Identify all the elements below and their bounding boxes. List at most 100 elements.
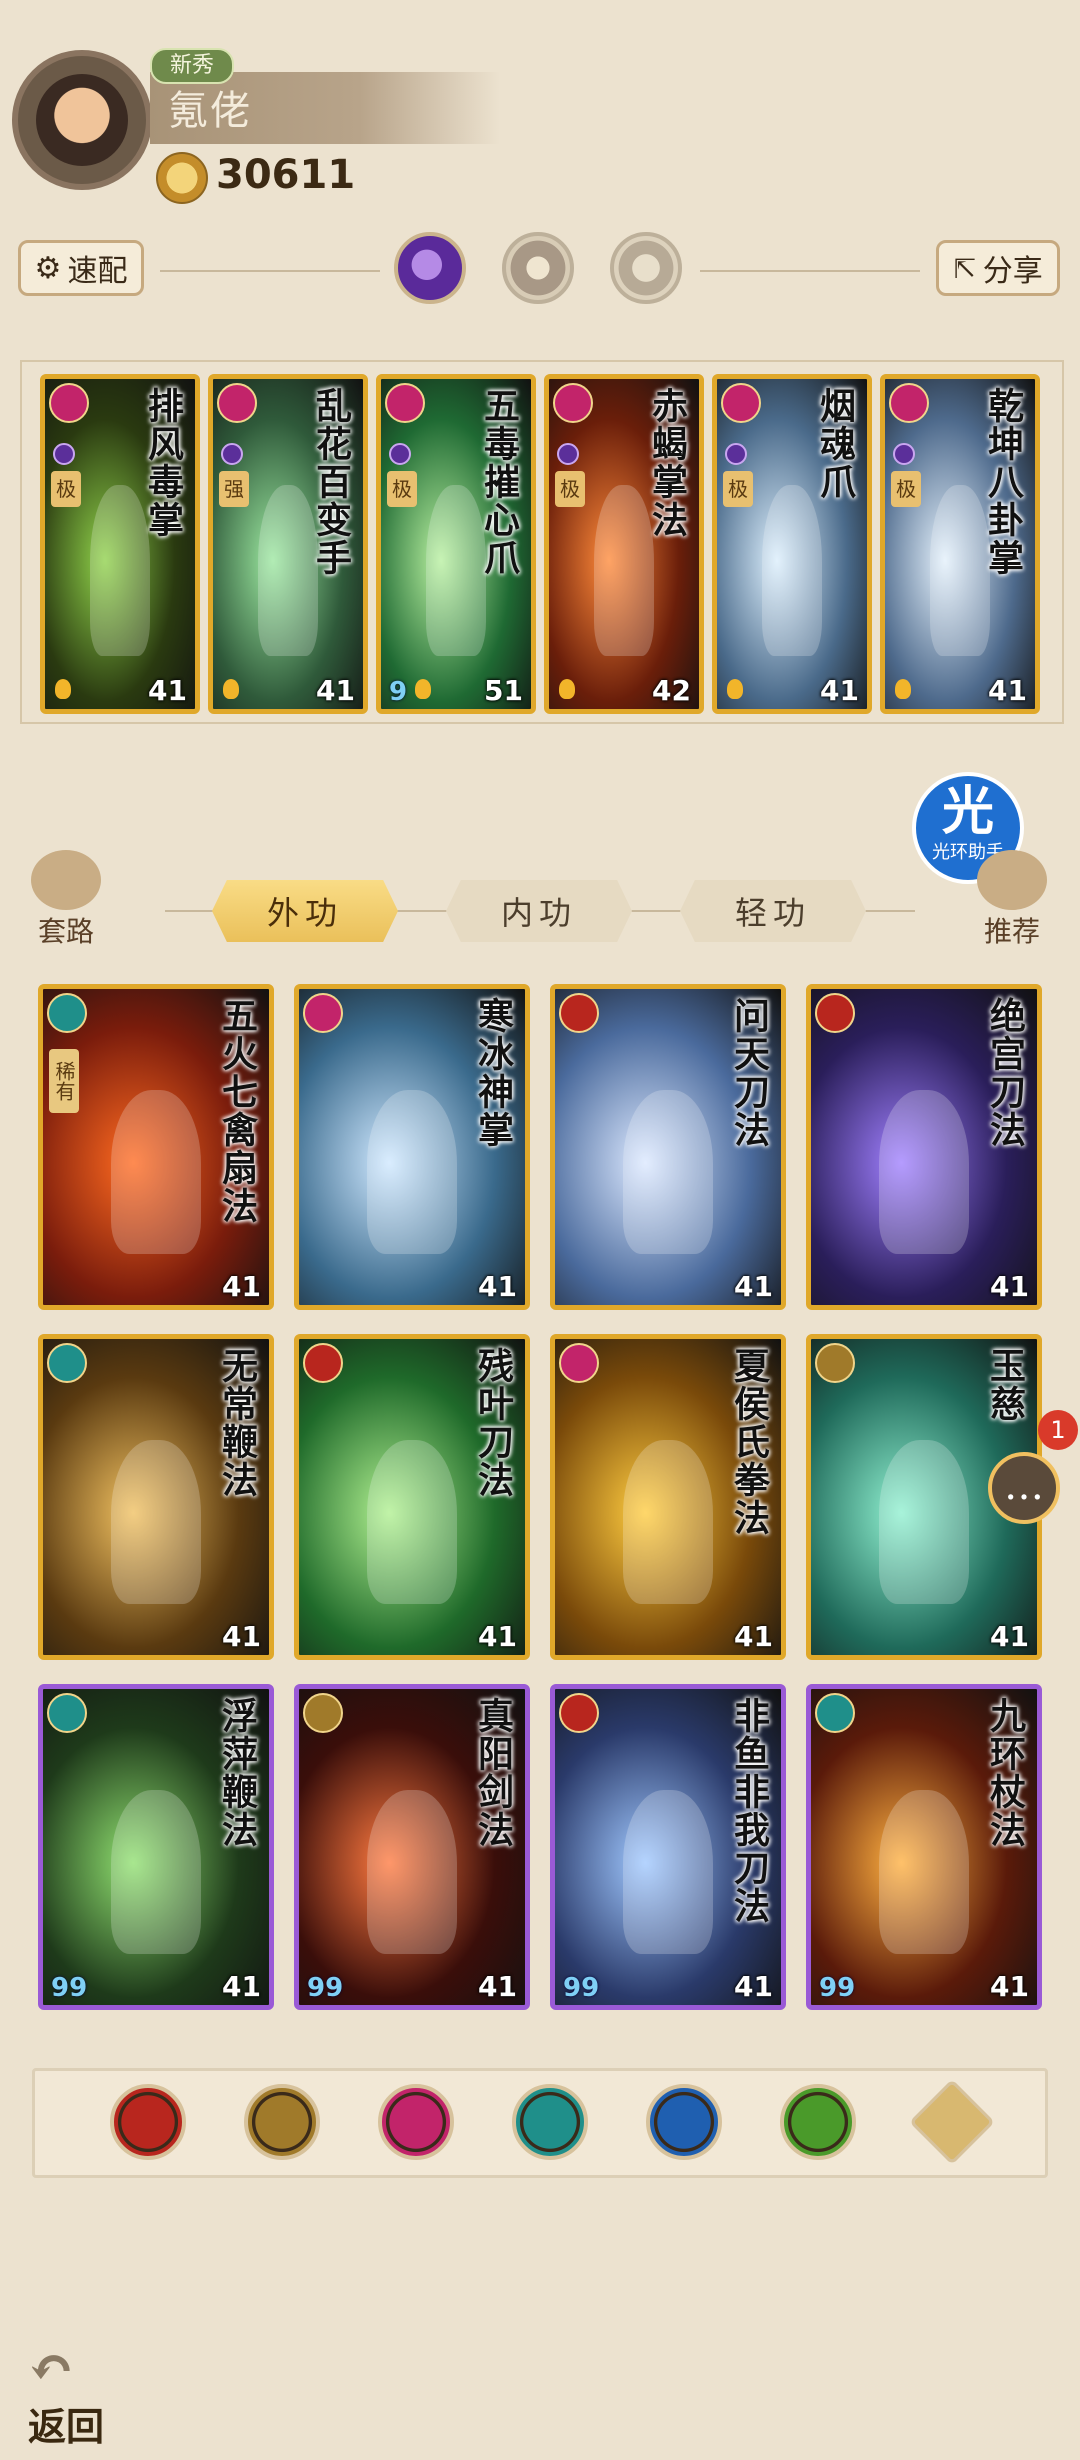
- skill-level: 41: [222, 1970, 261, 2003]
- skill-type-icon: [217, 383, 257, 423]
- star-grade: 99: [819, 1973, 856, 2003]
- skill-type-icon: [303, 1693, 343, 1733]
- equipped-skill-card[interactable]: 五毒摧心爪 极 9 51: [376, 374, 536, 714]
- star-grade: 9: [389, 677, 408, 707]
- skill-type-icon: [889, 383, 929, 423]
- moon-icon: [53, 443, 75, 465]
- notification-count: 1: [1038, 1410, 1078, 1450]
- blade-filter-icon[interactable]: [110, 2084, 186, 2160]
- share-label: 分享: [982, 254, 1043, 289]
- fan-filter-icon[interactable]: [512, 2084, 588, 2160]
- back-arrow-icon: ↶: [28, 2335, 75, 2401]
- skill-type-icon: [815, 993, 855, 1033]
- flame-icon: [55, 679, 71, 699]
- skill-name: 烟魂爪: [814, 387, 856, 501]
- skill-level: 41: [734, 1970, 773, 2003]
- skill-type-icon: [721, 383, 761, 423]
- skill-name: 排风毒掌: [142, 387, 184, 539]
- skill-level: 41: [990, 1970, 1029, 2003]
- skill-card[interactable]: 残叶刀法 41: [294, 1334, 530, 1660]
- skill-name: 五火七禽扇法: [216, 997, 258, 1225]
- skill-card[interactable]: 寒冰神掌 41: [294, 984, 530, 1310]
- chat-bubble-button[interactable]: …: [988, 1452, 1060, 1524]
- moon-slot-button[interactable]: [394, 232, 466, 304]
- grade-tag: 稀有: [49, 1049, 79, 1113]
- avatar-face: [36, 74, 128, 166]
- share-button[interactable]: ⇱ 分享: [936, 240, 1060, 296]
- sword-filter-icon[interactable]: [244, 2084, 320, 2160]
- skill-type-icon: [303, 1343, 343, 1383]
- grade-tag: 极: [387, 471, 417, 507]
- routine-button[interactable]: 套路: [24, 850, 108, 950]
- skill-type-icon: [815, 1343, 855, 1383]
- tab-external[interactable]: 外功: [212, 880, 398, 942]
- character-art: [110, 1090, 202, 1255]
- grade-tag: 极: [891, 471, 921, 507]
- equipped-skill-card[interactable]: 赤蝎掌法极 42: [544, 374, 704, 714]
- tab-lightness[interactable]: 轻功: [680, 880, 866, 942]
- character-art: [878, 1090, 970, 1255]
- palm-filter-icon[interactable]: [378, 2084, 454, 2160]
- taiji-filter-icon[interactable]: [646, 2084, 722, 2160]
- skill-level: 41: [820, 674, 859, 707]
- book-icon: [977, 850, 1047, 910]
- flame-icon: [727, 679, 743, 699]
- character-art: [366, 1440, 458, 1605]
- character-art: [622, 1090, 714, 1255]
- skill-type-icon: [303, 993, 343, 1033]
- skill-name: 赤蝎掌法: [646, 387, 688, 539]
- star-grade: 99: [563, 1973, 600, 2003]
- skill-type-icon: [815, 1693, 855, 1733]
- skill-level: 41: [478, 1620, 517, 1653]
- skill-card[interactable]: 浮萍鞭法 99 41: [38, 1684, 274, 2010]
- skill-type-icon: [47, 993, 87, 1033]
- flame-icon: [223, 679, 239, 699]
- skill-name: 乱花百变手: [310, 387, 352, 577]
- equipped-skill-card[interactable]: 乱花百变手 强 41: [208, 374, 368, 714]
- skill-card[interactable]: 五火七禽扇法 稀有 41: [38, 984, 274, 1310]
- recommend-label: 推荐: [983, 915, 1040, 948]
- skill-level: 41: [222, 1620, 261, 1653]
- skill-card[interactable]: 九环杖法 99 41: [806, 1684, 1042, 2010]
- skill-type-icon: [49, 383, 89, 423]
- skill-card[interactable]: 夏侯氏拳法 41: [550, 1334, 786, 1660]
- flame-icon: [559, 679, 575, 699]
- tab-internal[interactable]: 内功: [446, 880, 632, 942]
- star-grade: 99: [307, 1973, 344, 2003]
- quick-config-button[interactable]: ⚙ 速配: [18, 240, 144, 296]
- character-art: [366, 1790, 458, 1955]
- skill-card[interactable]: 问天刀法 41: [550, 984, 786, 1310]
- skill-type-icon: [47, 1693, 87, 1733]
- skill-card[interactable]: 非鱼非我刀法 99 41: [550, 1684, 786, 2010]
- skill-type-icon: [559, 1693, 599, 1733]
- player-avatar[interactable]: [12, 50, 152, 190]
- moon-icon: [725, 443, 747, 465]
- character-art: [366, 1090, 458, 1255]
- skill-card[interactable]: 绝宫刀法 41: [806, 984, 1042, 1310]
- skill-name: 绝宫刀法: [984, 997, 1026, 1149]
- quick-config-label: 速配: [67, 254, 128, 289]
- skill-level: 41: [316, 674, 355, 707]
- skill-name: 五毒摧心爪: [478, 387, 520, 577]
- skill-level: 51: [484, 674, 523, 707]
- whip-filter-icon[interactable]: [780, 2084, 856, 2160]
- character-art: [878, 1440, 970, 1605]
- equipped-skill-card[interactable]: 烟魂爪极 41: [712, 374, 872, 714]
- chat-icon: …: [1004, 1463, 1044, 1509]
- recommend-button[interactable]: 推荐: [970, 850, 1054, 950]
- skill-card[interactable]: 无常鞭法 41: [38, 1334, 274, 1660]
- equipped-skill-card[interactable]: 乾坤八卦掌 极 41: [880, 374, 1040, 714]
- skill-level: 41: [988, 674, 1027, 707]
- back-button[interactable]: ↶ 返回: [28, 2340, 138, 2450]
- grade-tag: 强: [219, 471, 249, 507]
- skill-card[interactable]: 真阳剑法 99 41: [294, 1684, 530, 2010]
- sun-slot-button[interactable]: [502, 232, 574, 304]
- moon-icon: [221, 443, 243, 465]
- character-art: [110, 1790, 202, 1955]
- character-art: [878, 1790, 970, 1955]
- skill-name: 玉慈: [984, 1347, 1026, 1423]
- crescent-slot-button[interactable]: [610, 232, 682, 304]
- equipped-skill-card[interactable]: 排风毒掌极 41: [40, 374, 200, 714]
- skill-type-icon: [559, 1343, 599, 1383]
- skill-name: 夏侯氏拳法: [728, 1347, 770, 1537]
